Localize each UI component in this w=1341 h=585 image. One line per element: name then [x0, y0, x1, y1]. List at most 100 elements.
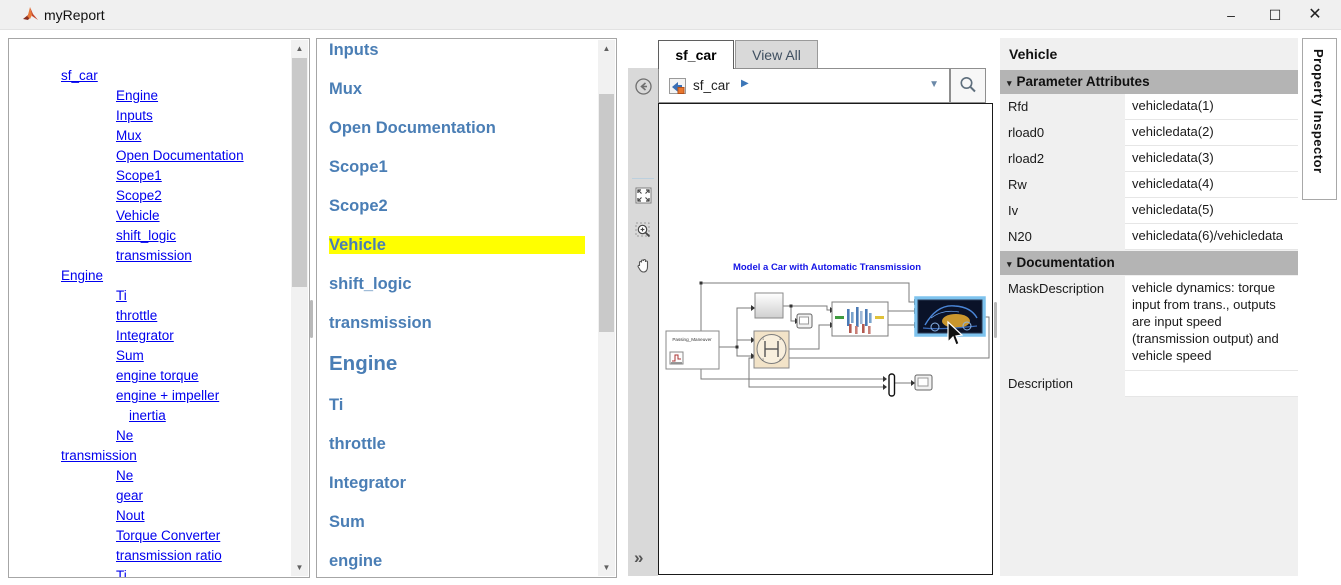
property-inspector-panel: Vehicle ▾Parameter Attributes Rfdvehicle…	[1000, 38, 1298, 576]
svg-text:4: 4	[779, 358, 781, 362]
model-canvas[interactable]: Model a Car with Automatic Transmission	[658, 103, 993, 575]
nav-scrollbar-thumb[interactable]	[599, 94, 614, 332]
outline-link-vehicle[interactable]: Vehicle	[9, 206, 291, 226]
search-button[interactable]	[950, 68, 986, 103]
transmission-block[interactable]	[832, 302, 888, 336]
outline-link-engine-torque[interactable]: engine torque	[9, 366, 291, 386]
nav-item-open-documentation[interactable]: Open Documentation	[329, 119, 504, 137]
property-value-rfd[interactable]: vehicledata(1)	[1125, 94, 1298, 120]
property-value-rw[interactable]: vehicledata(4)	[1125, 172, 1298, 198]
pan-hand-icon[interactable]	[635, 257, 652, 274]
tab-sf-car[interactable]: sf_car	[658, 40, 734, 69]
nav-item-engine[interactable]: Engine	[329, 353, 504, 375]
model-file-icon	[669, 78, 686, 94]
nav-item-scope2[interactable]: Scope2	[329, 197, 504, 215]
outline-link-gear[interactable]: gear	[9, 486, 291, 506]
outline-link-sum[interactable]: Sum	[9, 346, 291, 366]
back-button[interactable]	[635, 78, 652, 95]
maximize-button[interactable]: ☐	[1253, 0, 1297, 30]
engine-block[interactable]	[755, 293, 783, 318]
outline-link-transmission[interactable]: transmission	[9, 246, 291, 266]
fit-to-view-icon[interactable]	[635, 187, 652, 204]
nav-item-mux[interactable]: Mux	[329, 80, 504, 98]
outline-link-open-documentation[interactable]: Open Documentation	[9, 146, 291, 166]
viewer-toolbar-strip	[628, 68, 658, 576]
matlab-logo-icon	[22, 6, 39, 23]
scope1-block[interactable]	[797, 314, 812, 328]
outline-link-transmission[interactable]: transmission	[9, 446, 291, 466]
nav-item-throttle[interactable]: throttle	[329, 435, 504, 453]
nav-item-vehicle[interactable]: Vehicle	[329, 236, 585, 254]
expand-panel-button[interactable]: »	[634, 548, 643, 568]
collapse-arrow-icon: ▾	[1007, 259, 1012, 269]
nav-item-engine[interactable]: engine	[329, 552, 504, 570]
property-label-n20: N20	[1000, 224, 1125, 250]
scope2-block[interactable]	[915, 375, 932, 390]
scroll-down-icon[interactable]: ▼	[291, 559, 308, 576]
property-value-rload2[interactable]: vehicledata(3)	[1125, 146, 1298, 172]
nav-scrollbar[interactable]: ▲ ▼	[598, 40, 615, 576]
outline-link-nout[interactable]: Nout	[9, 506, 291, 526]
outline-link-shift-logic[interactable]: shift_logic	[9, 226, 291, 246]
property-label-rload0: rload0	[1000, 120, 1125, 146]
outline-link-scope2[interactable]: Scope2	[9, 186, 291, 206]
property-inspector-tab[interactable]: Property Inspector	[1302, 38, 1337, 200]
section-header-parameter-attributes[interactable]: ▾Parameter Attributes	[1000, 70, 1298, 94]
sf-car-diagram: Model a Car with Automatic Transmission	[659, 104, 992, 574]
zoom-in-icon[interactable]	[635, 222, 652, 239]
nav-item-transmission[interactable]: transmission	[329, 314, 504, 332]
tab-view-all[interactable]: View All	[735, 40, 818, 69]
outline-scrollbar-thumb[interactable]	[292, 58, 307, 287]
outline-link-ne[interactable]: Ne	[9, 426, 291, 446]
passing-maneuver-block[interactable]: Passing_Maneuver	[666, 331, 719, 369]
window-title: myReport	[44, 7, 105, 23]
nav-item-list: Inputs Mux Open Documentation Scope1 Scope2 V…	[329, 41, 596, 578]
search-icon	[958, 75, 978, 95]
outline-link-torque-converter[interactable]: Torque Converter	[9, 526, 291, 546]
close-button[interactable]: ✕	[1293, 0, 1337, 30]
breadcrumb-bar[interactable]: sf_car ▶ ▼	[658, 68, 950, 103]
nav-item-shift-logic[interactable]: shift_logic	[329, 275, 504, 293]
outline-link-ti[interactable]: Ti	[9, 566, 291, 578]
breadcrumb-model-name[interactable]: sf_car	[693, 78, 730, 93]
svg-text:1: 1	[762, 337, 764, 341]
minimize-button[interactable]: –	[1209, 0, 1253, 30]
property-value-maskdescription[interactable]: vehicle dynamics: torque input from tran…	[1125, 276, 1298, 371]
scroll-down-icon[interactable]: ▼	[598, 559, 615, 576]
property-value-rload0[interactable]: vehicledata(2)	[1125, 120, 1298, 146]
scroll-up-icon[interactable]: ▲	[291, 40, 308, 57]
outline-link-integrator[interactable]: Integrator	[9, 326, 291, 346]
outline-link-sf-car[interactable]: sf_car	[9, 66, 291, 86]
property-value-description[interactable]	[1125, 371, 1298, 397]
outline-link-scope1[interactable]: Scope1	[9, 166, 291, 186]
property-value-iv[interactable]: vehicledata(5)	[1125, 198, 1298, 224]
outline-link-throttle[interactable]: throttle	[9, 306, 291, 326]
panel-splitter-handle[interactable]	[310, 300, 313, 338]
scroll-up-icon[interactable]: ▲	[598, 40, 615, 57]
section-header-documentation[interactable]: ▾Documentation	[1000, 251, 1298, 275]
nav-item-inputs[interactable]: Inputs	[329, 41, 504, 59]
breadcrumb-dropdown-icon[interactable]: ▼	[929, 79, 939, 90]
property-value-n20[interactable]: vehicledata(6)/vehicledata	[1125, 224, 1298, 250]
nav-item-scope1[interactable]: Scope1	[329, 158, 504, 176]
outline-link-engine[interactable]: Engine	[9, 86, 291, 106]
outline-link-ne[interactable]: Ne	[9, 466, 291, 486]
canvas-splitter-handle[interactable]	[994, 302, 997, 338]
mux-block[interactable]	[889, 374, 895, 396]
property-label-rload2: rload2	[1000, 146, 1125, 172]
outline-scrollbar[interactable]: ▲ ▼	[291, 40, 308, 576]
shift-logic-block[interactable]: 1 3 2 4	[754, 331, 789, 368]
outline-link-mux[interactable]: Mux	[9, 126, 291, 146]
nav-item-ti[interactable]: Ti	[329, 396, 504, 414]
breadcrumb-expand-icon[interactable]: ▶	[741, 78, 749, 89]
outline-link-engine[interactable]: Engine	[9, 266, 291, 286]
nav-item-sum[interactable]: Sum	[329, 513, 504, 531]
outline-link-engine-impeller-inertia[interactable]: engine + impeller inertia	[9, 386, 249, 426]
diagram-title: Model a Car with Automatic Transmission	[733, 262, 921, 273]
outline-link-inputs[interactable]: Inputs	[9, 106, 291, 126]
nav-item-integrator[interactable]: Integrator	[329, 474, 504, 492]
outline-link-ti[interactable]: Ti	[9, 286, 291, 306]
svg-text:3: 3	[779, 337, 781, 341]
outline-link-transmission-ratio[interactable]: transmission ratio	[9, 546, 291, 566]
passing-maneuver-label: Passing_Maneuver	[672, 337, 712, 342]
